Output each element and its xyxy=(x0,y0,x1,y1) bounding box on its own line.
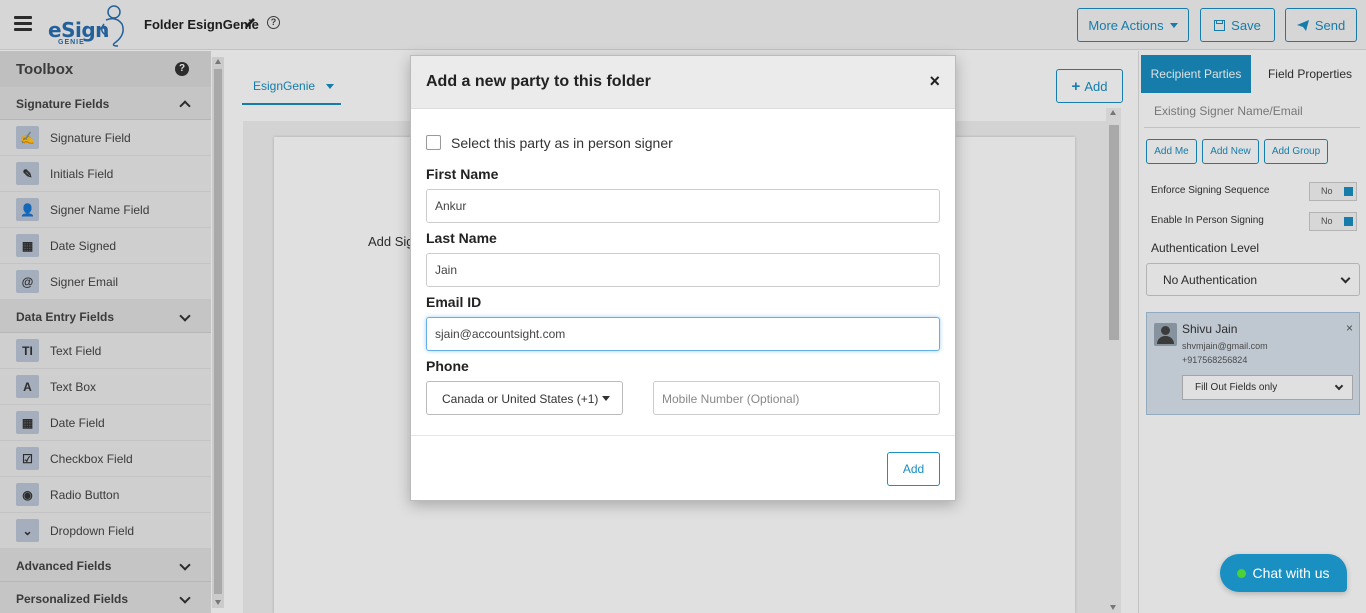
caret-down-icon xyxy=(602,396,610,401)
modal-divider xyxy=(411,435,955,436)
last-name-input[interactable]: Jain xyxy=(426,253,940,287)
chat-with-us-button[interactable]: Chat with us xyxy=(1220,554,1347,592)
online-status-icon xyxy=(1237,568,1247,578)
last-name-label: Last Name xyxy=(426,230,497,246)
in-person-signer-label[interactable]: Select this party as in person signer xyxy=(451,135,673,151)
mobile-number-input[interactable]: Mobile Number (Optional) xyxy=(653,381,940,415)
in-person-signer-checkbox[interactable] xyxy=(426,135,441,150)
add-party-modal: Add a new party to this folder × Select … xyxy=(410,55,956,501)
modal-title: Add a new party to this folder xyxy=(426,73,651,90)
add-party-button[interactable]: Add xyxy=(887,452,940,486)
chat-label: Chat with us xyxy=(1252,565,1330,581)
first-name-label: First Name xyxy=(426,166,499,182)
country-code-value: Canada or United States (+1) xyxy=(442,392,599,406)
country-code-select[interactable]: Canada or United States (+1) xyxy=(426,381,623,415)
phone-label: Phone xyxy=(426,358,469,374)
close-icon[interactable]: × xyxy=(929,71,940,92)
first-name-input[interactable]: Ankur xyxy=(426,189,940,223)
email-label: Email ID xyxy=(426,294,482,310)
email-input[interactable]: sjain@accountsight.com xyxy=(426,317,940,351)
modal-header: Add a new party to this folder × xyxy=(411,56,955,109)
